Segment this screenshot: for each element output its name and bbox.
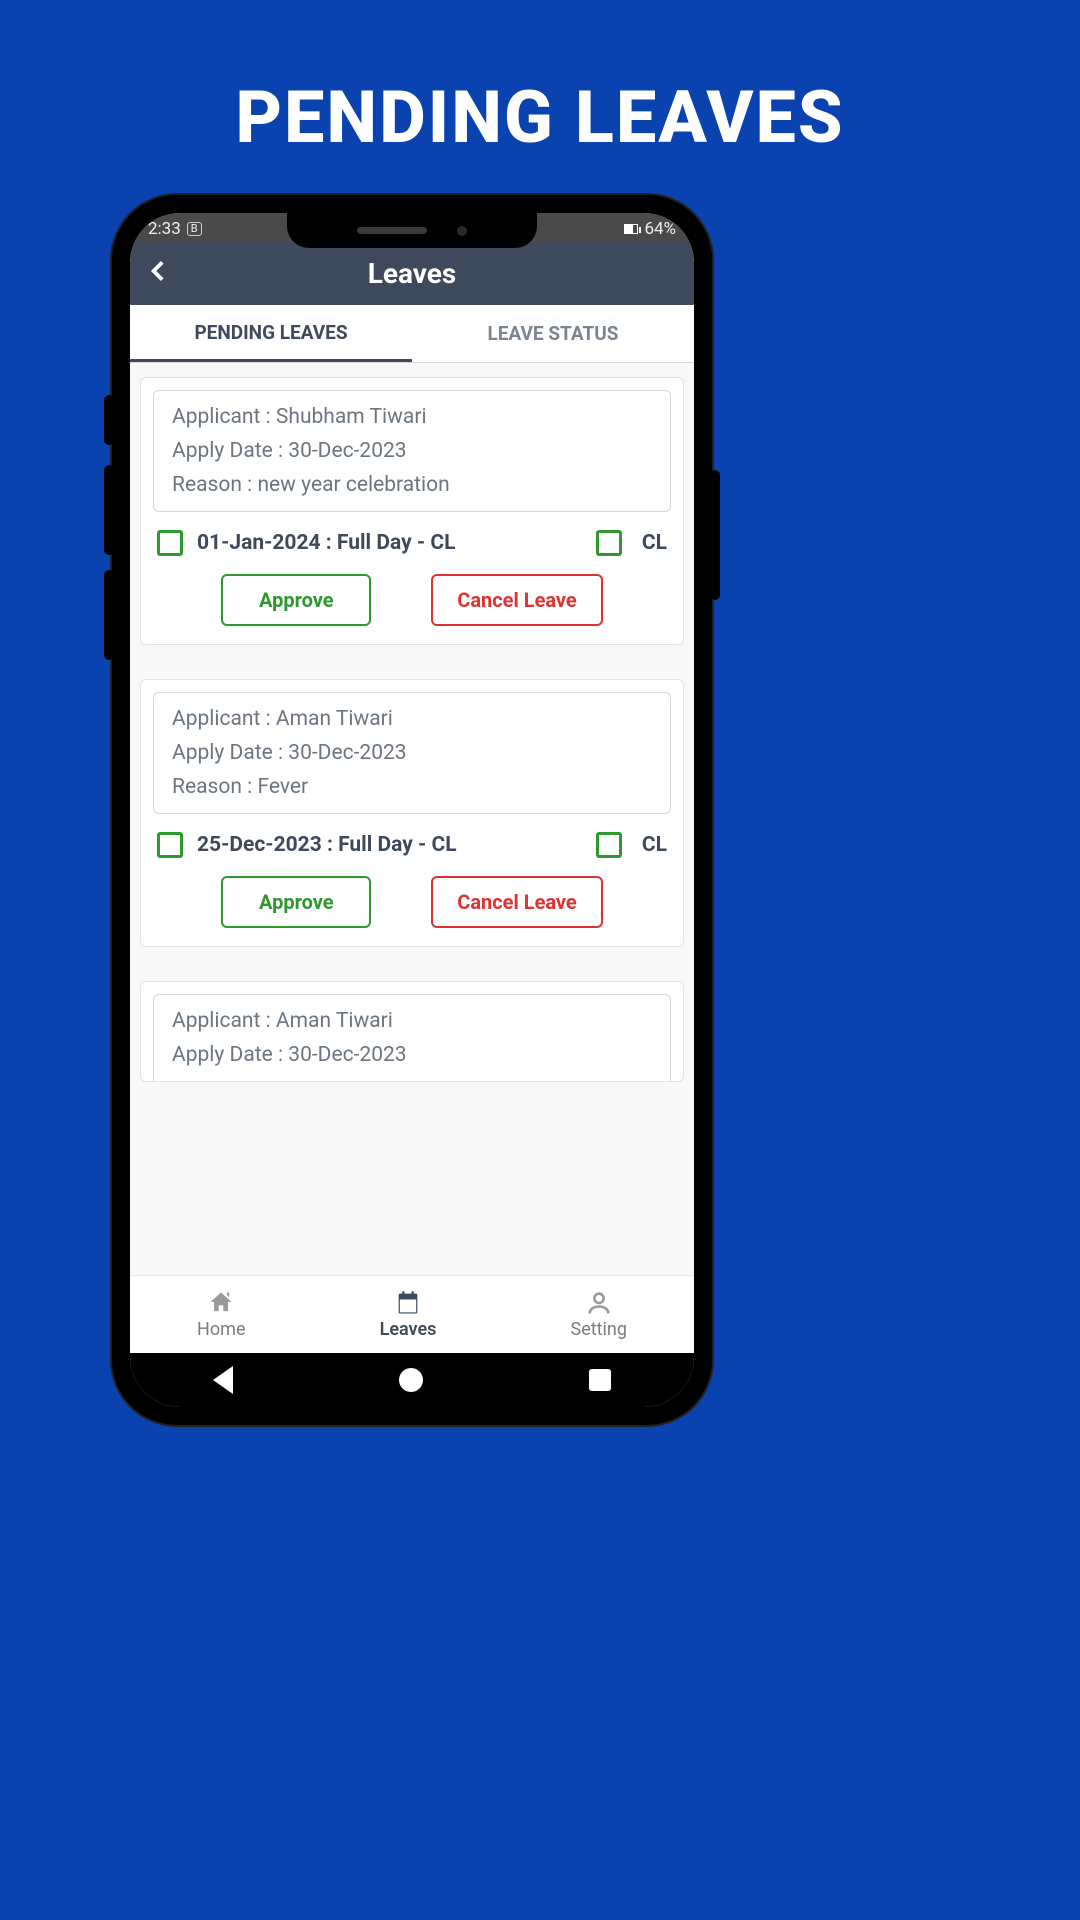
status-time: 2:33 (148, 219, 181, 239)
phone-volume-up (104, 465, 114, 555)
leave-date-row: 01-Jan-2024 : Full Day - CL CL (153, 530, 671, 556)
home-icon (207, 1289, 235, 1317)
phone-notch (287, 213, 537, 248)
nav-setting-label: Setting (571, 1319, 627, 1340)
app-header: Leaves (130, 241, 694, 305)
leave-type-text: CL (642, 833, 667, 857)
leave-type-checkbox[interactable] (596, 530, 622, 556)
apply-date-label: Apply Date : (172, 1043, 283, 1067)
applicant-value: Aman Tiwari (276, 1009, 393, 1033)
user-icon (585, 1289, 613, 1317)
leave-card: Applicant : Aman Tiwari Apply Date : 30-… (140, 981, 684, 1082)
apply-date-value: 30-Dec-2023 (288, 741, 406, 765)
phone-power-button (710, 470, 720, 600)
b-indicator-icon: B (187, 222, 202, 236)
action-row: Approve Cancel Leave (153, 574, 671, 626)
reason-label: Reason : (172, 775, 252, 799)
calendar-icon (394, 1289, 422, 1317)
approve-button[interactable]: Approve (221, 876, 371, 928)
nav-leaves[interactable]: Leaves (380, 1289, 437, 1340)
approve-button[interactable]: Approve (221, 574, 371, 626)
android-back-icon[interactable] (213, 1366, 233, 1394)
speaker-slot (357, 227, 427, 234)
nav-leaves-label: Leaves (380, 1319, 437, 1340)
reason-value: new year celebration (257, 473, 449, 497)
nav-home[interactable]: Home (197, 1289, 245, 1340)
apply-date-value: 30-Dec-2023 (288, 439, 406, 463)
applicant-label: Applicant : (172, 707, 271, 731)
page-title: Leaves (130, 257, 694, 290)
apply-date-value: 30-Dec-2023 (288, 1043, 406, 1067)
battery-percent: 64% (644, 219, 676, 239)
android-home-icon[interactable] (399, 1368, 423, 1392)
battery-icon (624, 224, 638, 234)
leave-info-box: Applicant : Shubham Tiwari Apply Date : … (153, 390, 671, 512)
leaves-list: Applicant : Shubham Tiwari Apply Date : … (130, 363, 694, 1275)
leave-type-text: CL (642, 531, 667, 555)
reason-value: Fever (257, 775, 308, 799)
nav-home-label: Home (197, 1319, 245, 1340)
apply-date-label: Apply Date : (172, 439, 283, 463)
front-camera (457, 226, 467, 236)
tab-leave-status[interactable]: LEAVE STATUS (412, 305, 694, 362)
action-row: Approve Cancel Leave (153, 876, 671, 928)
leave-card: Applicant : Aman Tiwari Apply Date : 30-… (140, 679, 684, 947)
android-recents-icon[interactable] (589, 1369, 611, 1391)
applicant-label: Applicant : (172, 1009, 271, 1033)
phone-side-button (104, 395, 114, 445)
tab-pending-leaves[interactable]: PENDING LEAVES (130, 305, 412, 362)
leave-info-box: Applicant : Aman Tiwari Apply Date : 30-… (153, 692, 671, 814)
android-nav-bar (130, 1353, 694, 1407)
leave-date-row: 25-Dec-2023 : Full Day - CL CL (153, 832, 671, 858)
phone-volume-down (104, 570, 114, 660)
cancel-leave-button[interactable]: Cancel Leave (431, 876, 602, 928)
leave-date-checkbox[interactable] (157, 832, 183, 858)
applicant-value: Shubham Tiwari (276, 405, 427, 429)
phone-screen: 2:33 B 64% Leaves PENDING LEAVES LEAVE S… (130, 213, 694, 1407)
nav-setting[interactable]: Setting (571, 1289, 627, 1340)
applicant-label: Applicant : (172, 405, 271, 429)
cancel-leave-button[interactable]: Cancel Leave (431, 574, 602, 626)
bottom-nav: Home Leaves Setting (130, 1275, 694, 1353)
reason-label: Reason : (172, 473, 252, 497)
phone-frame: 2:33 B 64% Leaves PENDING LEAVES LEAVE S… (112, 195, 712, 1425)
back-icon[interactable] (146, 253, 172, 293)
leave-card: Applicant : Shubham Tiwari Apply Date : … (140, 377, 684, 645)
applicant-value: Aman Tiwari (276, 707, 393, 731)
leave-date-text: 25-Dec-2023 : Full Day - CL (197, 833, 582, 857)
tab-bar: PENDING LEAVES LEAVE STATUS (130, 305, 694, 363)
leave-type-checkbox[interactable] (596, 832, 622, 858)
leave-date-checkbox[interactable] (157, 530, 183, 556)
leave-info-box: Applicant : Aman Tiwari Apply Date : 30-… (153, 994, 671, 1081)
promo-title: PENDING LEAVES (0, 0, 1080, 160)
leave-date-text: 01-Jan-2024 : Full Day - CL (197, 531, 582, 555)
apply-date-label: Apply Date : (172, 741, 283, 765)
